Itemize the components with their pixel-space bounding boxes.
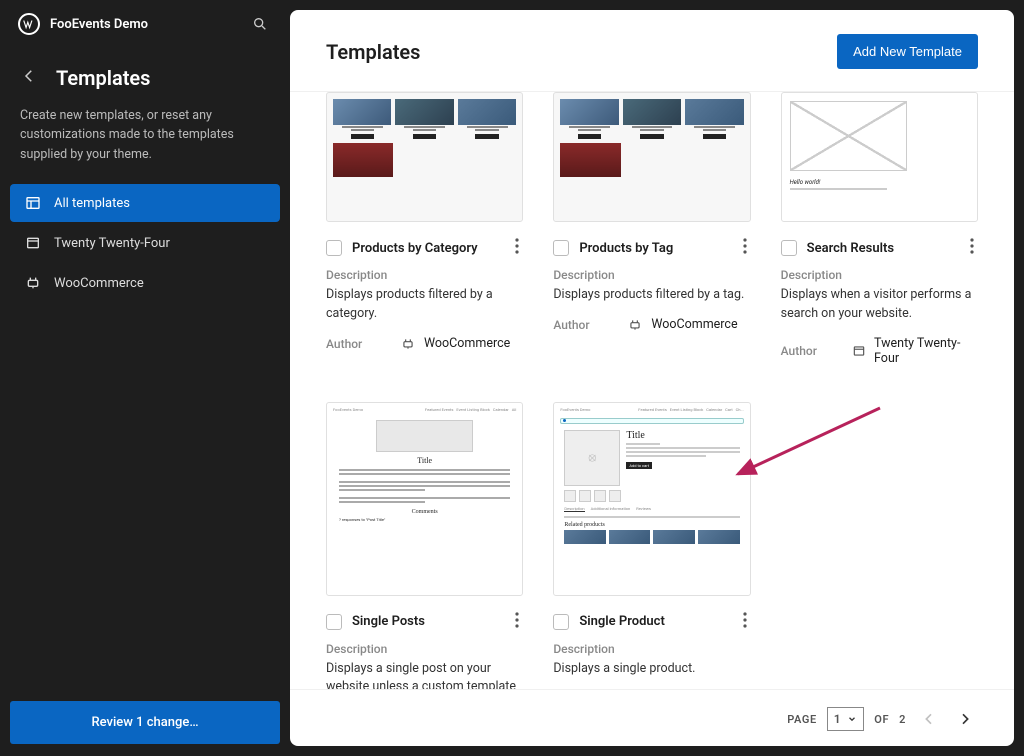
more-actions-icon[interactable] xyxy=(966,236,978,260)
template-thumbnail[interactable] xyxy=(553,92,750,222)
template-card: Products by Tag Description Displays pro… xyxy=(553,92,750,366)
template-title[interactable]: Search Results xyxy=(807,241,966,256)
plugin-icon xyxy=(627,317,643,333)
template-checkbox[interactable] xyxy=(326,614,342,630)
sidebar-item-label: Twenty Twenty-Four xyxy=(54,236,170,251)
template-card: FooEvents DemoFeatured Events Event List… xyxy=(553,402,750,690)
sidebar-item-label: WooCommerce xyxy=(54,276,144,291)
description-label: Description xyxy=(781,268,978,282)
template-thumbnail[interactable]: Hello world! xyxy=(781,92,978,222)
review-changes-button[interactable]: Review 1 change… xyxy=(10,701,280,744)
template-thumbnail[interactable]: FooEvents DemoFeatured Events Event List… xyxy=(553,402,750,596)
wordpress-logo-icon[interactable] xyxy=(18,13,40,35)
site-name[interactable]: FooEvents Demo xyxy=(50,17,248,32)
author-label: Author xyxy=(553,318,609,332)
sidebar-nav: All templates Twenty Twenty-Four WooComm… xyxy=(0,184,290,304)
description-label: Description xyxy=(553,642,750,656)
templates-grid: Products by Category Description Display… xyxy=(326,92,978,689)
template-title[interactable]: Products by Tag xyxy=(579,241,738,256)
template-title[interactable]: Products by Category xyxy=(352,241,511,256)
description-label: Description xyxy=(326,642,523,656)
prev-page-button[interactable] xyxy=(916,706,942,732)
chevron-down-icon xyxy=(847,714,857,724)
template-checkbox[interactable] xyxy=(553,614,569,630)
back-button[interactable] xyxy=(20,67,38,89)
add-new-template-button[interactable]: Add New Template xyxy=(837,34,978,69)
page-label: PAGE xyxy=(787,713,817,726)
sidebar-item-label: All templates xyxy=(54,196,130,211)
more-actions-icon[interactable] xyxy=(511,236,523,260)
sidebar-item-all-templates[interactable]: All templates xyxy=(10,184,280,222)
template-checkbox[interactable] xyxy=(326,240,342,256)
sidebar-title: Templates xyxy=(56,66,150,90)
sidebar: FooEvents Demo Templates Create new temp… xyxy=(0,0,290,756)
page-select[interactable]: 1 xyxy=(827,707,864,731)
template-card: Hello world! Search Results Description … xyxy=(781,92,978,366)
page-title: Templates xyxy=(326,40,420,64)
template-thumbnail[interactable] xyxy=(326,92,523,222)
template-author: WooCommerce xyxy=(400,336,510,352)
theme-icon xyxy=(851,343,866,359)
author-label: Author xyxy=(326,337,382,351)
template-description: Displays a single post on your website u… xyxy=(326,660,523,690)
more-actions-icon[interactable] xyxy=(511,610,523,634)
of-label: OF xyxy=(874,713,889,726)
author-label: Author xyxy=(781,344,833,358)
templates-grid-scroll[interactable]: Products by Category Description Display… xyxy=(290,92,1014,689)
total-pages: 2 xyxy=(899,713,906,726)
template-card: Products by Category Description Display… xyxy=(326,92,523,366)
theme-icon xyxy=(24,234,42,252)
template-card: FooEvents DemoFeatured Events Event List… xyxy=(326,402,523,690)
plugin-icon xyxy=(24,274,42,292)
template-description: Displays a single product. xyxy=(553,660,750,679)
template-description: Displays products filtered by a category… xyxy=(326,286,523,324)
layout-icon xyxy=(24,194,42,212)
plugin-icon xyxy=(400,336,416,352)
template-checkbox[interactable] xyxy=(781,240,797,256)
template-description: Displays when a visitor performs a searc… xyxy=(781,286,978,324)
template-author: Twenty Twenty-Four xyxy=(851,336,978,366)
pagination: PAGE 1 OF 2 xyxy=(290,689,1014,746)
next-page-button[interactable] xyxy=(952,706,978,732)
sidebar-item-woocommerce[interactable]: WooCommerce xyxy=(10,264,280,302)
search-icon[interactable] xyxy=(248,12,272,36)
template-checkbox[interactable] xyxy=(553,240,569,256)
more-actions-icon[interactable] xyxy=(739,610,751,634)
description-label: Description xyxy=(326,268,523,282)
template-thumbnail[interactable]: FooEvents DemoFeatured Events Event List… xyxy=(326,402,523,596)
sidebar-item-twenty-twenty-four[interactable]: Twenty Twenty-Four xyxy=(10,224,280,262)
template-description: Displays products filtered by a tag. xyxy=(553,286,750,305)
description-label: Description xyxy=(553,268,750,282)
sidebar-description: Create new templates, or reset any custo… xyxy=(0,100,290,184)
template-author: WooCommerce xyxy=(627,317,737,333)
template-title[interactable]: Single Product xyxy=(579,614,738,629)
template-title[interactable]: Single Posts xyxy=(352,614,511,629)
more-actions-icon[interactable] xyxy=(739,236,751,260)
main-panel: Templates Add New Template xyxy=(290,10,1014,746)
